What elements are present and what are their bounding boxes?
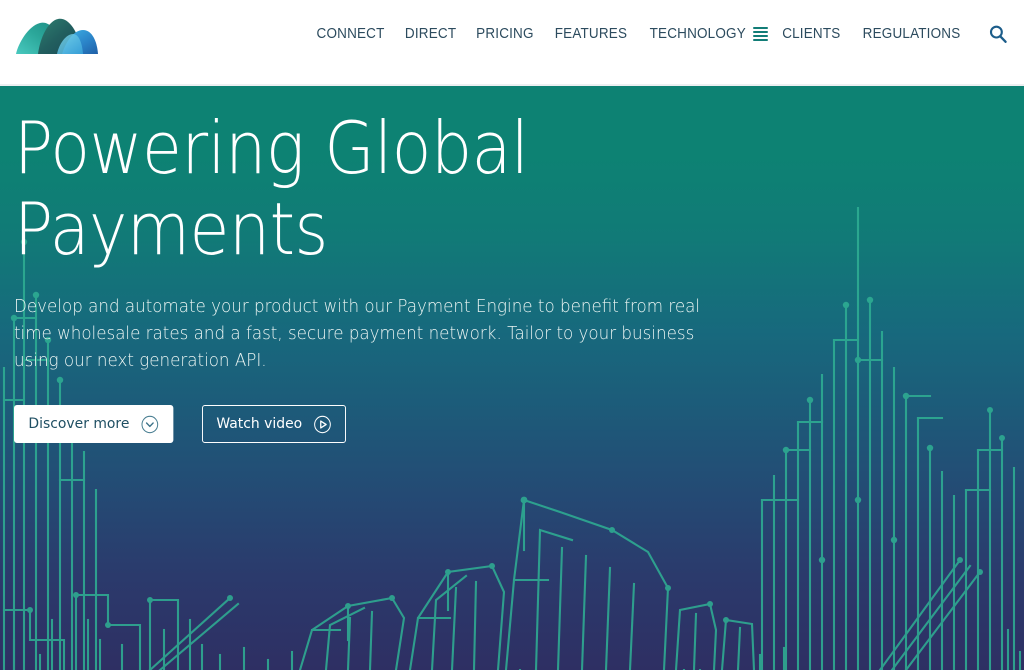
- play-circle-icon: [314, 415, 332, 434]
- nav-item-clients[interactable]: CLIENTS: [775, 23, 848, 45]
- hamburger-menu-icon[interactable]: [753, 24, 769, 44]
- hamburger-line: [753, 39, 769, 41]
- nav-item-direct[interactable]: DIRECT: [397, 23, 463, 45]
- company-logo[interactable]: [14, 14, 100, 58]
- main-navigation: CONNECT DIRECT PRICING FEATURES TECHNOLO…: [306, 22, 1010, 46]
- page-title: Powering Global Payments: [14, 106, 529, 271]
- site-header: CONNECT DIRECT PRICING FEATURES TECHNOLO…: [0, 0, 1024, 86]
- watch-video-button[interactable]: Watch video: [202, 405, 347, 443]
- nav-item-features[interactable]: FEATURES: [547, 23, 634, 45]
- hero-section: Powering Global Payments Develop and aut…: [0, 86, 1024, 670]
- watch-video-label: Watch video: [216, 416, 303, 432]
- discover-more-button[interactable]: Discover more: [14, 405, 174, 443]
- nav-item-connect[interactable]: CONNECT: [309, 23, 392, 45]
- cloud-mountain-logo-icon: [16, 18, 98, 54]
- hamburger-line: [753, 31, 769, 33]
- discover-more-label: Discover more: [28, 416, 130, 432]
- hamburger-line: [753, 27, 769, 29]
- nav-item-pricing[interactable]: PRICING: [469, 23, 541, 45]
- search-button[interactable]: [986, 22, 1010, 46]
- hero-content: Powering Global Payments Develop and aut…: [14, 108, 794, 443]
- search-icon: [989, 25, 1007, 43]
- chevron-down-circle-icon: [141, 415, 159, 434]
- nav-item-regulations[interactable]: REGULATIONS: [855, 23, 968, 45]
- hamburger-line: [753, 35, 769, 37]
- page-root: CONNECT DIRECT PRICING FEATURES TECHNOLO…: [0, 0, 1024, 670]
- nav-item-technology[interactable]: TECHNOLOGY: [642, 23, 753, 45]
- hero-subtitle: Develop and automate your product with o…: [14, 297, 701, 371]
- hero-cta-group: Discover more Watch video: [14, 405, 794, 443]
